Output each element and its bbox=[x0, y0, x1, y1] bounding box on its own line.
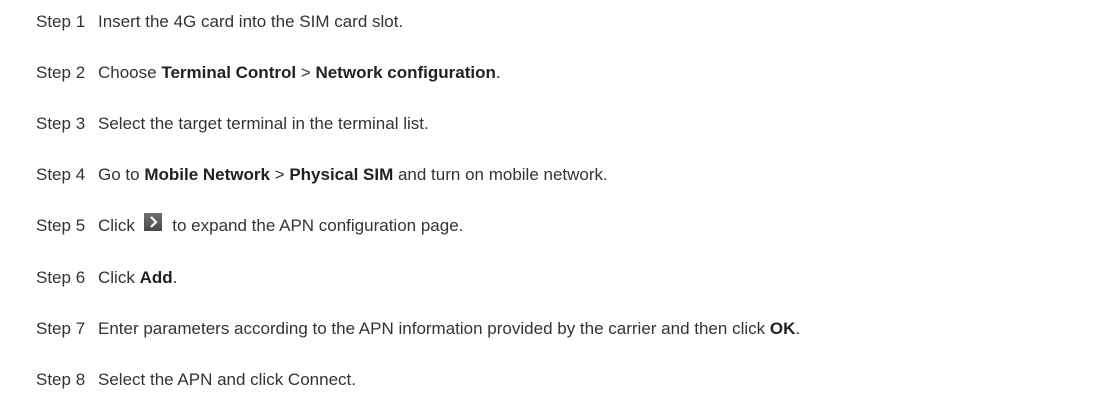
step-text-segment: > bbox=[296, 63, 316, 82]
step-text: Enter parameters according to the APN in… bbox=[98, 317, 800, 341]
step-text-segment: > bbox=[269, 165, 290, 184]
step-8: Step 8 Select the APN and click Connect. bbox=[36, 368, 356, 392]
step-number: Step 3 bbox=[36, 114, 86, 133]
step-6: Step 6 Click Add. bbox=[36, 266, 177, 290]
step-text-segment: Select the target terminal in the termin… bbox=[98, 114, 429, 133]
step-text: Click Add. bbox=[98, 266, 177, 290]
step-text-segment: and turn on mobile network. bbox=[393, 165, 608, 184]
menu-path-mobile-network: Mobile Network bbox=[144, 165, 270, 184]
step-number: Step 1 bbox=[36, 12, 86, 31]
button-name-add: Add bbox=[139, 268, 173, 287]
step-number: Step 2 bbox=[36, 63, 86, 82]
step-text: Go to Mobile Network > Physical SIM and … bbox=[98, 163, 608, 187]
step-number: Step 5 bbox=[36, 216, 86, 235]
step-number: Step 7 bbox=[36, 319, 86, 338]
step-text-segment: to expand the APN configuration page. bbox=[167, 216, 464, 235]
step-text-segment: Enter parameters according to the APN in… bbox=[98, 319, 770, 338]
step-text-segment: Select the APN and click Connect. bbox=[98, 370, 356, 389]
step-7: Step 7 Enter parameters according to the… bbox=[36, 317, 800, 341]
procedure-steps: Step 1 Insert the 4G card into the SIM c… bbox=[0, 0, 1095, 412]
step-text: Choose Terminal Control > Network config… bbox=[98, 61, 501, 85]
step-5: Step 5 Click to expand the APN configura… bbox=[36, 212, 464, 238]
button-name-ok: OK bbox=[769, 319, 796, 338]
step-number: Step 8 bbox=[36, 370, 86, 389]
step-1: Step 1 Insert the 4G card into the SIM c… bbox=[36, 10, 403, 34]
step-text: Select the target terminal in the termin… bbox=[98, 112, 429, 136]
step-number: Step 6 bbox=[36, 268, 86, 287]
menu-path-terminal-control: Terminal Control bbox=[161, 63, 297, 82]
chevron-right-icon bbox=[143, 212, 162, 231]
step-text-segment: Go to bbox=[98, 165, 145, 184]
step-2: Step 2 Choose Terminal Control > Network… bbox=[36, 61, 501, 85]
step-4: Step 4 Go to Mobile Network > Physical S… bbox=[36, 163, 608, 187]
step-text-segment: . bbox=[795, 319, 801, 338]
step-3: Step 3 Select the target terminal in the… bbox=[36, 112, 429, 136]
step-text-segment: Insert the 4G card into the SIM card slo… bbox=[98, 12, 404, 31]
menu-path-network-configuration: Network configuration bbox=[315, 63, 496, 82]
step-text-segment: Click bbox=[98, 268, 140, 287]
step-text-segment: Choose bbox=[98, 63, 162, 82]
step-text-segment: Click bbox=[98, 216, 140, 235]
step-text-segment: . bbox=[495, 63, 501, 82]
menu-path-physical-sim: Physical SIM bbox=[289, 165, 394, 184]
step-text: Click to expand the APN configuration pa… bbox=[98, 212, 464, 238]
step-text: Select the APN and click Connect. bbox=[98, 368, 356, 392]
step-text-segment: . bbox=[172, 268, 178, 287]
step-text: Insert the 4G card into the SIM card slo… bbox=[98, 10, 403, 34]
step-number: Step 4 bbox=[36, 165, 86, 184]
